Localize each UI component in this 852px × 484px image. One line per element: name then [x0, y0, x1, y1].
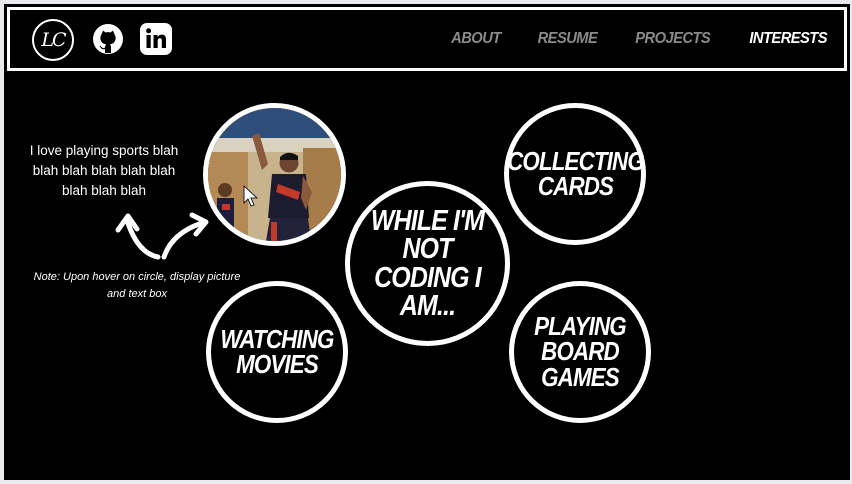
center-circle-label: WHILE I'M NOT CODING I AM... — [370, 204, 485, 322]
mouse-cursor-icon — [243, 185, 259, 207]
page: LC ABOUT RESUME PROJECTS INTERESTS I lov… — [4, 4, 850, 480]
playing-board-games-label: PLAYING BOARD GAMES — [534, 310, 627, 392]
nav-link-projects[interactable]: PROJECTS — [635, 30, 710, 48]
collecting-cards-circle[interactable]: COLLECTING CARDS — [504, 103, 646, 245]
collecting-cards-label: COLLECTING CARDS — [506, 145, 645, 201]
center-circle[interactable]: WHILE I'M NOT CODING I AM... — [345, 181, 510, 346]
sports-photo-circle[interactable] — [203, 103, 346, 246]
hover-note: Note: Upon hover on circle, display pict… — [33, 271, 241, 300]
watching-movies-circle[interactable]: WATCHING MOVIES — [206, 281, 348, 423]
basketball-player-image — [208, 108, 341, 241]
nav-link-about[interactable]: ABOUT — [452, 30, 502, 48]
playing-board-games-circle[interactable]: PLAYING BOARD GAMES — [509, 281, 651, 423]
arrows-icon — [115, 212, 209, 260]
nav-link-resume[interactable]: RESUME — [538, 30, 598, 48]
logo[interactable]: LC — [32, 19, 74, 61]
bio-text: I love playing sports blah blah blah bla… — [29, 143, 179, 198]
nav-link-interests[interactable]: INTERESTS — [749, 30, 827, 48]
nav-links: ABOUT RESUME PROJECTS INTERESTS — [449, 10, 830, 68]
navbar: LC ABOUT RESUME PROJECTS INTERESTS — [7, 7, 847, 71]
github-icon[interactable] — [90, 21, 126, 57]
linkedin-icon[interactable] — [138, 21, 174, 57]
watching-movies-label: WATCHING MOVIES — [220, 323, 334, 379]
